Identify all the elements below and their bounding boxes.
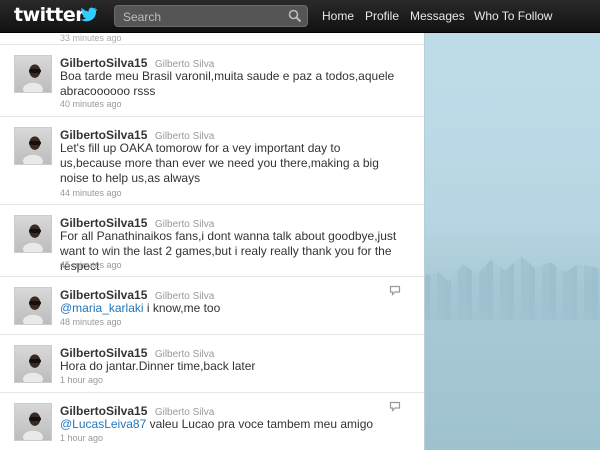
tweet-text: Boa tarde meu Brasil varonil,muita saude…: [60, 69, 395, 98]
tweet-text: Let's fill up OAKA tomorow for a vey imp…: [60, 141, 379, 185]
tweet-time[interactable]: 33 minutes ago: [60, 33, 122, 43]
reply-icon[interactable]: [389, 401, 401, 412]
tweet-text: @LucasLeiva87 valeu Lucao pra voce tambe…: [60, 417, 405, 432]
twitter-logo[interactable]: twitter: [14, 4, 85, 26]
screen-name[interactable]: GilbertoSilva15: [60, 216, 147, 230]
avatar[interactable]: [14, 345, 52, 383]
tweet-item[interactable]: GilbertoSilva15 Gilberto Silva @maria_ka…: [0, 277, 424, 335]
tweet-text-body: valeu Lucao pra voce tambem meu amigo: [146, 417, 374, 431]
screen-name[interactable]: GilbertoSilva15: [60, 404, 147, 418]
tweet-time[interactable]: 44 minutes ago: [60, 188, 122, 198]
tweet-text: @maria_karlaki i know,me too: [60, 301, 405, 316]
nav-home[interactable]: Home: [322, 9, 354, 23]
avatar[interactable]: [14, 215, 52, 253]
tweet-item[interactable]: GilbertoSilva15 Gilberto Silva Boa tarde…: [0, 45, 424, 117]
tweet-item[interactable]: GilbertoSilva15 Gilberto Silva For all P…: [0, 205, 424, 277]
mention-link[interactable]: @maria_karlaki: [60, 301, 144, 315]
nav-profile[interactable]: Profile: [365, 9, 399, 23]
tweet-item[interactable]: 33 minutes ago: [0, 33, 424, 45]
background-sky: [424, 32, 600, 450]
screen-name[interactable]: GilbertoSilva15: [60, 346, 147, 360]
timeline: 33 minutes ago GilbertoSilva15 Gilberto …: [0, 33, 425, 450]
mention-link[interactable]: @LucasLeiva87: [60, 417, 146, 431]
avatar[interactable]: [14, 55, 52, 93]
tweet-time[interactable]: 45 minutes ago: [60, 260, 122, 270]
screen-name[interactable]: GilbertoSilva15: [60, 128, 147, 142]
tweet-text: Hora do jantar.Dinner time,back later: [60, 359, 256, 373]
tweet-time[interactable]: 40 minutes ago: [60, 99, 122, 109]
screen-name[interactable]: GilbertoSilva15: [60, 56, 147, 70]
nav-messages[interactable]: Messages: [410, 9, 465, 23]
tweet-time[interactable]: 48 minutes ago: [60, 317, 122, 327]
tweet-time[interactable]: 1 hour ago: [60, 375, 103, 385]
avatar[interactable]: [14, 127, 52, 165]
avatar[interactable]: [14, 403, 52, 441]
screen-name[interactable]: GilbertoSilva15: [60, 288, 147, 302]
reply-icon[interactable]: [389, 285, 401, 296]
tweet-item[interactable]: GilbertoSilva15 Gilberto Silva Let's fil…: [0, 117, 424, 205]
tweet-text-body: i know,me too: [143, 301, 221, 315]
tweet-item[interactable]: GilbertoSilva15 Gilberto Silva @LucasLei…: [0, 393, 424, 450]
avatar[interactable]: [14, 287, 52, 325]
search-icon[interactable]: [288, 9, 302, 23]
twitter-bird-icon: [80, 7, 97, 22]
tweet-item[interactable]: GilbertoSilva15 Gilberto Silva Hora do j…: [0, 335, 424, 393]
nav-who-to-follow[interactable]: Who To Follow: [474, 9, 552, 23]
search-box[interactable]: [114, 5, 308, 27]
tweet-time[interactable]: 1 hour ago: [60, 433, 103, 443]
top-bar: twitter Home Profile Messages Who To Fol…: [0, 0, 600, 33]
search-input[interactable]: [121, 8, 285, 26]
